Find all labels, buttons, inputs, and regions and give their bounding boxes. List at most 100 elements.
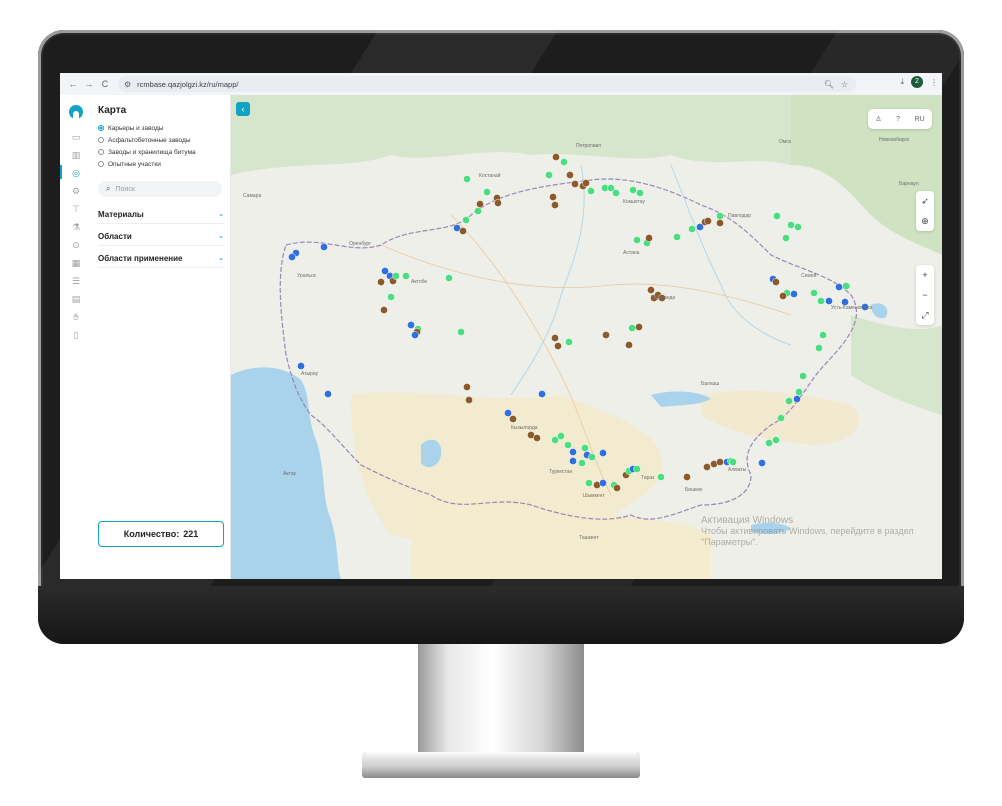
library-icon[interactable]: ▭	[70, 131, 82, 143]
map-marker[interactable]	[602, 331, 610, 339]
map-marker[interactable]	[835, 283, 843, 291]
map-marker[interactable]	[545, 171, 553, 179]
map-marker[interactable]	[645, 234, 653, 242]
back-button[interactable]: ←	[66, 79, 80, 89]
map-marker[interactable]	[504, 409, 512, 417]
section-regions[interactable]: Области ⌄	[98, 227, 224, 246]
map-marker[interactable]	[758, 459, 766, 467]
bookmark-star-icon[interactable]: ☆	[841, 80, 848, 89]
browser-menu-icon[interactable]: ⋮	[930, 78, 938, 87]
road-sign-icon[interactable]: ⊤	[70, 203, 82, 215]
select-cursor-icon[interactable]: ➶	[916, 191, 934, 211]
map-marker[interactable]	[810, 289, 818, 297]
map-marker[interactable]	[380, 306, 388, 314]
map-marker[interactable]	[683, 473, 691, 481]
map-marker[interactable]	[560, 158, 568, 166]
map-marker[interactable]	[462, 216, 470, 224]
map-marker[interactable]	[588, 453, 596, 461]
map-marker[interactable]	[465, 396, 473, 404]
map-marker[interactable]	[578, 459, 586, 467]
map-marker[interactable]	[779, 292, 787, 300]
document-icon[interactable]: ☰	[70, 275, 82, 287]
map-marker[interactable]	[613, 484, 621, 492]
map-marker[interactable]	[772, 278, 780, 286]
map-marker[interactable]	[635, 323, 643, 331]
map-marker[interactable]	[628, 324, 636, 332]
map-marker[interactable]	[582, 179, 590, 187]
app-logo-icon[interactable]	[69, 105, 83, 119]
map-marker[interactable]	[716, 458, 724, 466]
map-marker[interactable]	[673, 233, 681, 241]
map-marker[interactable]	[474, 207, 482, 215]
profile-avatar[interactable]: 2	[911, 76, 923, 88]
map-marker[interactable]	[765, 439, 773, 447]
map-marker[interactable]	[777, 414, 785, 422]
map-marker[interactable]	[842, 282, 850, 290]
map-marker[interactable]	[297, 362, 305, 370]
map-marker[interactable]	[581, 444, 589, 452]
map-marker[interactable]	[457, 328, 465, 336]
radio-quarries-plants[interactable]: Карьеры и заводы	[98, 123, 163, 133]
forward-button[interactable]: →	[82, 79, 96, 89]
map-marker[interactable]	[551, 201, 559, 209]
reload-button[interactable]: C	[98, 79, 112, 89]
zoom-in-button[interactable]: +	[916, 265, 934, 285]
site-info-icon[interactable]: ⚙	[124, 80, 131, 89]
section-materials[interactable]: Материалы ⌄	[98, 205, 224, 224]
map-marker[interactable]	[551, 334, 559, 342]
map-marker[interactable]	[587, 187, 595, 195]
collapse-panel-button[interactable]: ‹	[236, 102, 250, 116]
map-marker[interactable]	[772, 436, 780, 444]
map-marker[interactable]	[795, 388, 803, 396]
map-marker[interactable]	[612, 189, 620, 197]
map-marker[interactable]	[657, 473, 665, 481]
map-marker[interactable]	[533, 434, 541, 442]
map-marker[interactable]	[483, 188, 491, 196]
settings-icon[interactable]: ⚙	[70, 185, 82, 197]
flask-icon[interactable]: ⚗	[70, 221, 82, 233]
locate-icon[interactable]: ⊕	[916, 211, 934, 231]
map-marker[interactable]	[647, 286, 655, 294]
address-bar[interactable]: ⚙ rcmbase.qazjolgzi.kz/ru/mapp/ 🔍︎ ☆	[118, 76, 856, 92]
map-marker[interactable]	[288, 253, 296, 261]
user-icon[interactable]: ♙	[875, 115, 881, 123]
map-marker[interactable]	[825, 297, 833, 305]
map-marker[interactable]	[625, 341, 633, 349]
map-marker[interactable]	[703, 463, 711, 471]
map-marker[interactable]	[790, 290, 798, 298]
map-marker[interactable]	[463, 383, 471, 391]
fullscreen-icon[interactable]: ⤢	[916, 305, 934, 325]
map-marker[interactable]	[320, 243, 328, 251]
map-marker[interactable]	[629, 186, 637, 194]
map-marker[interactable]	[633, 236, 641, 244]
map-marker[interactable]	[799, 372, 807, 380]
map-marker[interactable]	[636, 189, 644, 197]
map-marker[interactable]	[324, 390, 332, 398]
map-marker[interactable]	[564, 441, 572, 449]
map-marker[interactable]	[599, 449, 607, 457]
radio-asphalt-plants[interactable]: Асфальтобетонные заводы	[98, 135, 191, 145]
language-switch[interactable]: RU	[915, 116, 925, 123]
map-marker[interactable]	[463, 175, 471, 183]
section-application-areas[interactable]: Области применение ⌄	[98, 249, 224, 268]
map-marker[interactable]	[569, 457, 577, 465]
radio-test-sites[interactable]: Опытные участки	[98, 159, 161, 169]
map-marker[interactable]	[793, 395, 801, 403]
map-marker[interactable]	[704, 217, 712, 225]
zoom-icon[interactable]: 🔍︎	[824, 80, 834, 89]
map-marker[interactable]	[445, 274, 453, 282]
map-marker[interactable]	[552, 153, 560, 161]
map-marker[interactable]	[716, 212, 724, 220]
help-icon[interactable]: ?	[896, 116, 900, 123]
hand-icon[interactable]: ✋︎	[70, 311, 82, 323]
file-icon[interactable]: ▯	[70, 329, 82, 341]
map-marker[interactable]	[387, 293, 395, 301]
map-marker[interactable]	[476, 200, 484, 208]
map-marker[interactable]	[794, 223, 802, 231]
map-marker[interactable]	[565, 338, 573, 346]
pin-icon[interactable]: ⊙	[70, 239, 82, 251]
map-marker[interactable]	[377, 278, 385, 286]
calendar-icon[interactable]: ▦	[70, 257, 82, 269]
map-marker[interactable]	[585, 479, 593, 487]
map-marker[interactable]	[392, 272, 400, 280]
